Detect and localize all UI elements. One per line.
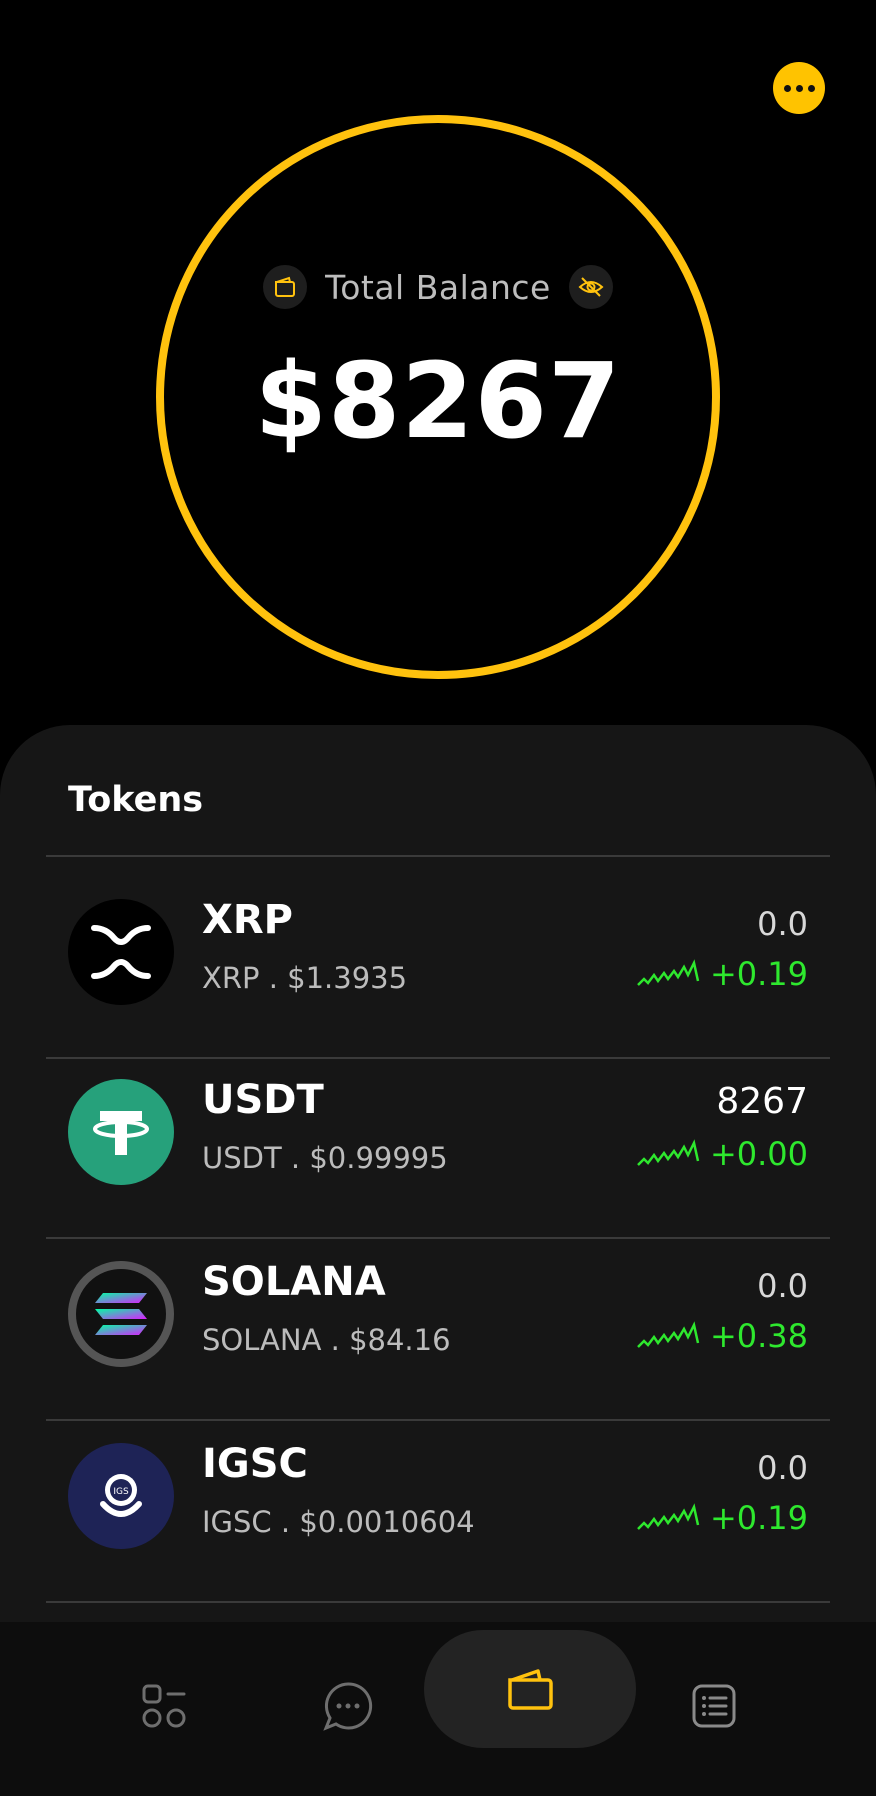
token-quantity: 8267 — [716, 1081, 808, 1122]
more-options-button[interactable] — [773, 62, 825, 114]
balance-label: Total Balance — [325, 267, 551, 307]
token-name: USDT — [202, 1077, 324, 1123]
token-price: XRP . $1.3935 — [202, 961, 408, 995]
token-change: +0.00 — [636, 1135, 808, 1173]
nav-wallet-button[interactable] — [424, 1630, 636, 1748]
total-balance-amount: $8267 — [254, 340, 622, 462]
token-name: XRP — [202, 897, 293, 943]
token-change: +0.19 — [636, 955, 808, 993]
token-row-solana[interactable]: SOLANA SOLANA . $84.16 0.0 +0.38 — [46, 1219, 830, 1399]
token-change-value: +0.19 — [709, 955, 808, 993]
token-price: USDT . $0.99995 — [202, 1141, 448, 1175]
chat-icon[interactable] — [308, 1666, 388, 1746]
eye-off-icon[interactable] — [568, 265, 613, 309]
sparkline-icon — [637, 1139, 700, 1166]
token-name: IGSC — [202, 1441, 308, 1487]
more-dot — [807, 84, 815, 92]
more-dot — [795, 84, 803, 92]
token-row-xrp[interactable]: XRP XRP . $1.3935 0.0 +0.19 — [46, 857, 830, 1037]
token-change: +0.19 — [636, 1499, 808, 1537]
divider — [46, 1601, 830, 1603]
tokens-title: Tokens — [68, 780, 204, 820]
balance-label-row: Total Balance — [0, 265, 876, 309]
xrp-logo — [68, 899, 174, 1005]
solana-logo — [68, 1261, 174, 1367]
token-name: SOLANA — [202, 1259, 386, 1305]
wallet-icon — [263, 265, 308, 309]
token-row-usdt[interactable]: USDT USDT . $0.99995 8267 +0.00 — [46, 1037, 830, 1217]
token-quantity: 0.0 — [757, 1449, 808, 1487]
wallet-icon — [508, 1669, 553, 1710]
list-icon[interactable] — [674, 1666, 754, 1746]
token-change-value: +0.38 — [709, 1317, 808, 1355]
svg-text:IGS: IGS — [113, 1487, 129, 1497]
igsc-logo: IGS — [68, 1443, 174, 1549]
bottom-nav — [0, 1622, 876, 1796]
token-quantity: 0.0 — [757, 1267, 808, 1305]
token-quantity: 0.0 — [757, 905, 808, 943]
more-dots-icon — [783, 84, 791, 92]
token-price: SOLANA . $84.16 — [202, 1323, 451, 1357]
token-row-igsc[interactable]: IGS IGSC IGSC . $0.0010604 0.0 +0.19 — [46, 1401, 830, 1581]
token-change-value: +0.19 — [709, 1499, 808, 1537]
sparkline-icon — [637, 1503, 700, 1530]
token-change-value: +0.00 — [709, 1135, 808, 1173]
sparkline-icon — [637, 959, 700, 986]
sparkline-icon — [637, 1321, 700, 1348]
dashboard-icon[interactable] — [124, 1666, 204, 1746]
token-change: +0.38 — [636, 1317, 808, 1355]
tokens-card: Tokens XRP XRP . $1.3935 0.0 +0.19 USDT … — [0, 725, 876, 1625]
usdt-logo — [68, 1079, 174, 1185]
token-price: IGSC . $0.0010604 — [202, 1505, 475, 1539]
